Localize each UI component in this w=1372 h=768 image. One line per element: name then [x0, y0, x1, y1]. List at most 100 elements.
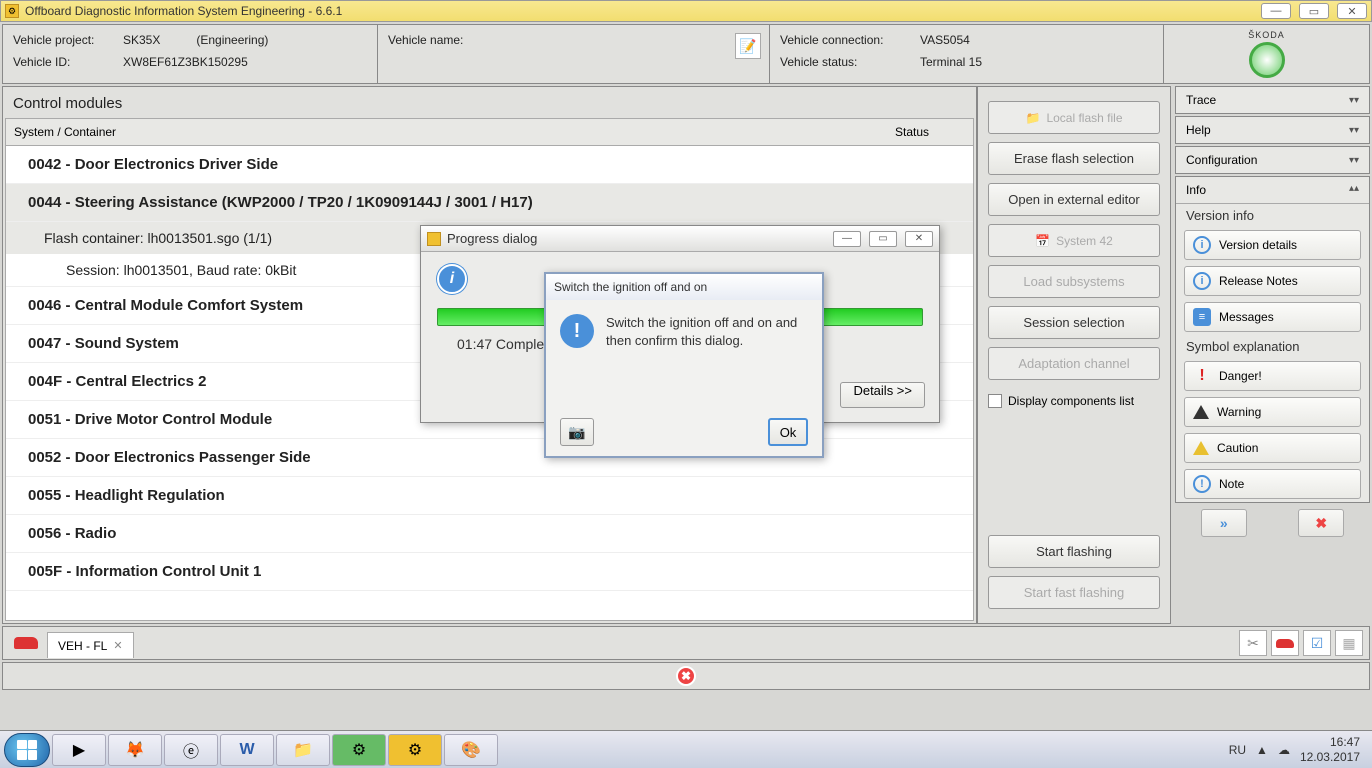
caution-icon: [1193, 441, 1209, 455]
vehicle-name-label: Vehicle name:: [388, 33, 498, 47]
release-notes-button[interactable]: iRelease Notes: [1184, 266, 1361, 296]
version-info-label: Version info: [1176, 204, 1369, 227]
chevron-up-icon: ▴▴: [1349, 183, 1359, 197]
chevron-down-icon: ▾▾: [1349, 95, 1359, 106]
vehicle-project-value: SK35X: [123, 33, 160, 47]
dialog-minimize-button[interactable]: —: [833, 231, 861, 247]
bottom-tab-bar: VEH - FL✕ ✂ ☑ ▦: [2, 626, 1370, 660]
task-app1[interactable]: ⚙: [332, 734, 386, 766]
info-icon: i: [1193, 236, 1211, 254]
confirm-dialog-title[interactable]: Switch the ignition off and on: [546, 274, 822, 300]
close-circle-icon[interactable]: ✖: [676, 666, 696, 686]
header-brand: ŠKODA: [1164, 25, 1369, 83]
accordion-trace[interactable]: Trace▾▾: [1175, 86, 1370, 114]
task-firefox[interactable]: 🦊: [108, 734, 162, 766]
module-item[interactable]: 0044 - Steering Assistance (KWP2000 / TP…: [6, 184, 973, 222]
danger-icon: !: [1193, 367, 1211, 385]
messages-button[interactable]: ≡Messages: [1184, 302, 1361, 332]
display-components-label: Display components list: [1008, 394, 1134, 408]
checkbox-icon[interactable]: [988, 394, 1002, 408]
dialog-maximize-button[interactable]: ▭: [869, 231, 897, 247]
dialog-close-button[interactable]: ✕: [905, 231, 933, 247]
accordion-help[interactable]: Help▾▾: [1175, 116, 1370, 144]
load-subsystems-button: Load subsystems: [988, 265, 1160, 298]
vehicle-project-label: Vehicle project:: [13, 33, 123, 47]
erase-flash-button[interactable]: Erase flash selection: [988, 142, 1160, 175]
header: Vehicle project:SK35X (Engineering) Vehic…: [2, 24, 1370, 84]
display-components-checkbox-row[interactable]: Display components list: [988, 388, 1160, 414]
info-icon: i: [1193, 272, 1211, 290]
task-word[interactable]: W: [220, 734, 274, 766]
start-flashing-button[interactable]: Start flashing: [988, 535, 1160, 568]
cancel-button[interactable]: ✖: [1298, 509, 1344, 537]
column-system: System / Container: [14, 125, 895, 139]
vehicle-mode: (Engineering): [196, 33, 268, 47]
confirm-dialog: Switch the ignition off and on ! Switch …: [544, 272, 824, 458]
start-fast-flashing-button: Start fast flashing: [988, 576, 1160, 609]
task-media-player[interactable]: ▶: [52, 734, 106, 766]
chevron-down-icon: ▾▾: [1349, 155, 1359, 166]
car-icon[interactable]: [9, 632, 43, 654]
car-icon[interactable]: [1271, 630, 1299, 656]
local-flash-file-button: 📁Local flash file: [988, 101, 1160, 134]
edit-vehicle-name-button[interactable]: 📝: [735, 33, 761, 59]
details-button[interactable]: Details >>: [840, 382, 925, 408]
accordion-config[interactable]: Configuration▾▾: [1175, 146, 1370, 174]
module-item[interactable]: 0042 - Door Electronics Driver Side: [6, 146, 973, 184]
windows-taskbar: ▶ 🦊 ⓔ W 📁 ⚙ ⚙ 🎨 RU ▲ ☁ 16:4712.03.2017: [0, 730, 1372, 768]
scissors-icon[interactable]: ✂: [1239, 630, 1267, 656]
close-button[interactable]: ✕: [1337, 3, 1367, 19]
info-icon: i: [437, 264, 467, 294]
caution-button[interactable]: Caution: [1184, 433, 1361, 463]
danger-button[interactable]: !Danger!: [1184, 361, 1361, 391]
status-bar: ✖: [2, 662, 1370, 690]
module-item[interactable]: 005F - Information Control Unit 1: [6, 553, 973, 591]
column-status: Status: [895, 125, 965, 139]
module-item[interactable]: 0056 - Radio: [6, 515, 973, 553]
task-odis[interactable]: ⚙: [388, 734, 442, 766]
version-details-button[interactable]: iVersion details: [1184, 230, 1361, 260]
minimize-button[interactable]: —: [1261, 3, 1291, 19]
progress-dialog-titlebar[interactable]: Progress dialog — ▭ ✕: [421, 226, 939, 252]
module-item[interactable]: 0055 - Headlight Regulation: [6, 477, 973, 515]
control-modules-title: Control modules: [5, 89, 974, 118]
warning-button[interactable]: Warning: [1184, 397, 1361, 427]
vehicle-status-value: Terminal 15: [920, 55, 982, 69]
app-titlebar: ⚙ Offboard Diagnostic Information System…: [0, 0, 1372, 22]
symbol-explanation-label: Symbol explanation: [1176, 335, 1369, 358]
screenshot-button[interactable]: 📷: [560, 418, 594, 446]
forward-button[interactable]: »: [1201, 509, 1247, 537]
note-button[interactable]: !Note: [1184, 469, 1361, 499]
task-ie[interactable]: ⓔ: [164, 734, 218, 766]
info-header[interactable]: Info▴▴: [1176, 177, 1369, 204]
tab-close-icon[interactable]: ✕: [113, 639, 122, 652]
checklist-icon[interactable]: ☑: [1303, 630, 1331, 656]
app-title: Offboard Diagnostic Information System E…: [25, 4, 342, 18]
open-external-editor-button[interactable]: Open in external editor: [988, 183, 1160, 216]
grid-icon[interactable]: ▦: [1335, 630, 1363, 656]
ok-button[interactable]: Ok: [768, 418, 808, 446]
system-tray[interactable]: RU ▲ ☁ 16:4712.03.2017: [1221, 735, 1368, 764]
session-selection-button[interactable]: Session selection: [988, 306, 1160, 339]
tab-veh-fl[interactable]: VEH - FL✕: [47, 632, 134, 658]
info-panel: Info▴▴ Version info iVersion details iRe…: [1175, 176, 1370, 503]
maximize-button[interactable]: ▭: [1299, 3, 1329, 19]
tray-flag-icon[interactable]: ▲: [1256, 743, 1268, 757]
vehicle-status-label: Vehicle status:: [780, 55, 920, 69]
note-icon: !: [1193, 475, 1211, 493]
tray-clock[interactable]: 16:4712.03.2017: [1300, 735, 1360, 764]
task-paint[interactable]: 🎨: [444, 734, 498, 766]
module-item[interactable]: 0052 - Door Electronics Passenger Side: [6, 439, 973, 477]
dialog-icon: [427, 232, 441, 246]
vehicle-id-value: XW8EF61Z3BK150295: [123, 55, 248, 69]
task-explorer[interactable]: 📁: [276, 734, 330, 766]
vehicle-connection-value: VAS5054: [920, 33, 970, 47]
right-bottom-buttons: » ✖: [1175, 505, 1370, 541]
vehicle-id-label: Vehicle ID:: [13, 55, 123, 69]
start-button[interactable]: [4, 733, 50, 767]
tray-cloud-icon[interactable]: ☁: [1278, 743, 1290, 757]
action-buttons-column: 📁Local flash file Erase flash selection …: [977, 86, 1171, 624]
tray-language[interactable]: RU: [1229, 743, 1246, 757]
adaptation-channel-button: Adaptation channel: [988, 347, 1160, 380]
control-modules-header: System / Container Status: [5, 118, 974, 146]
